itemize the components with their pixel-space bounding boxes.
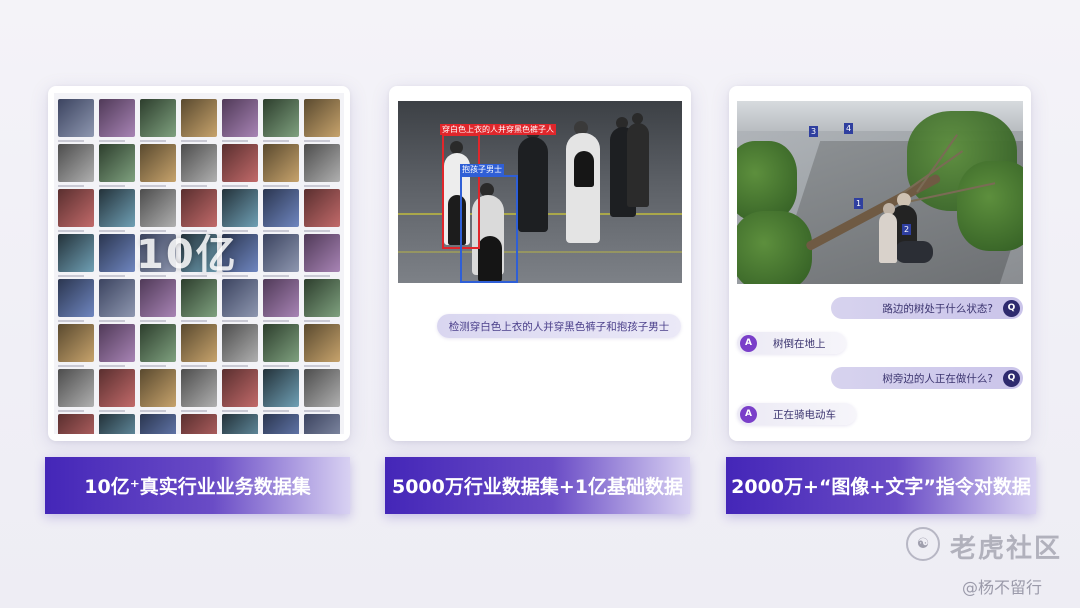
- question-badge: Q: [1003, 299, 1020, 317]
- answer-badge: A: [740, 334, 757, 352]
- watermark-author: @杨不留行: [962, 578, 1043, 597]
- qa-question-1-text: 路边的树处于什么状态?: [882, 302, 993, 315]
- caption-base-dataset: 5000万行业数据集+1亿基础数据: [385, 457, 690, 514]
- dataset-thumbnail: [99, 279, 135, 322]
- dataset-thumbnail: [99, 414, 135, 434]
- dataset-thumbnail: [181, 279, 217, 322]
- answer-badge: A: [740, 405, 757, 423]
- image-marker-1: 1: [854, 198, 863, 209]
- dataset-thumbnail: [99, 144, 135, 187]
- image-marker-4: 4: [844, 123, 853, 134]
- dataset-thumbnail: [140, 324, 176, 367]
- detection-example-card: 穿白色上衣的人并穿黑色裤子人 抱孩子男士 检测穿白色上衣的人并穿黑色裤子和抱孩子…: [389, 86, 691, 441]
- community-logo-icon: ☯: [906, 527, 940, 561]
- dataset-thumbnail: [140, 99, 176, 142]
- dataset-thumbnail: [140, 144, 176, 187]
- bbox-label-child-holder: 抱孩子男士: [460, 164, 504, 175]
- bbox-child-holder: [460, 175, 518, 283]
- dataset-thumbnail: [58, 414, 94, 434]
- dataset-thumbnail: [181, 99, 217, 142]
- dataset-thumbnail: [222, 369, 258, 412]
- dataset-thumbnail: [58, 189, 94, 232]
- dataset-thumbnail: [140, 414, 176, 434]
- dataset-thumbnail: [181, 144, 217, 187]
- dataset-thumbnail: [222, 144, 258, 187]
- dataset-thumbnail: [99, 234, 135, 277]
- dataset-thumbnail: [140, 279, 176, 322]
- dataset-thumbnail: [304, 369, 340, 412]
- detection-query: 检测穿白色上衣的人并穿黑色裤子和抱孩子男士: [437, 314, 681, 338]
- dataset-thumbnail: [263, 234, 299, 277]
- caption-industry-dataset: 10亿⁺真实行业业务数据集: [45, 457, 350, 514]
- dataset-thumbnail: [304, 324, 340, 367]
- dataset-thumbnail: [304, 279, 340, 322]
- dataset-thumbnail: [263, 144, 299, 187]
- dataset-thumbnail: [222, 99, 258, 142]
- dataset-thumbnail: [304, 414, 340, 434]
- dataset-thumbnail: [263, 414, 299, 434]
- question-badge: Q: [1003, 369, 1020, 387]
- fallen-tree-image: 3 4 1 2: [737, 101, 1023, 284]
- dataset-thumbnail: [222, 414, 258, 434]
- qa-answer-2-text: 正在骑电动车: [773, 408, 836, 421]
- dataset-thumbnail: [304, 144, 340, 187]
- dataset-thumbnail: [58, 324, 94, 367]
- scale-overlay-text: 10亿: [136, 232, 238, 278]
- qa-answer-1: A 树倒在地上: [737, 332, 846, 354]
- dataset-thumbnail: [181, 414, 217, 434]
- dataset-thumbnail: [222, 324, 258, 367]
- dataset-thumbnail: [58, 144, 94, 187]
- dataset-thumbnail: [263, 369, 299, 412]
- caption-instruction-pairs: 2000万+“图像+文字”指令对数据: [726, 457, 1036, 514]
- dataset-thumbnail: [263, 279, 299, 322]
- vqa-example-card: 3 4 1 2 路边的树处于什么状态? Q A 树倒在地上 树旁边的人正在做什么…: [729, 86, 1031, 441]
- dataset-thumbnail: [263, 99, 299, 142]
- bbox-label-white-top-person: 穿白色上衣的人并穿黑色裤子人: [440, 124, 556, 135]
- qa-answer-2: A 正在骑电动车: [737, 403, 856, 425]
- dataset-thumbnail: [222, 279, 258, 322]
- dataset-thumbnail: [304, 99, 340, 142]
- dataset-thumbnail: [304, 189, 340, 232]
- watermark-title: 老虎社区: [950, 534, 1063, 564]
- dataset-thumbnail: [58, 279, 94, 322]
- qa-answer-1-text: 树倒在地上: [773, 337, 826, 350]
- dataset-thumbnail: [140, 369, 176, 412]
- detection-image: 穿白色上衣的人并穿黑色裤子人 抱孩子男士: [398, 101, 682, 283]
- dataset-thumbnail: [263, 189, 299, 232]
- dataset-thumbnail: [181, 369, 217, 412]
- dataset-thumbnail: [99, 369, 135, 412]
- dataset-thumbnail: [181, 324, 217, 367]
- image-marker-2: 2: [902, 224, 911, 235]
- qa-question-2-text: 树旁边的人正在做什么?: [882, 372, 993, 385]
- dataset-thumbnail: [58, 369, 94, 412]
- qa-question-2: 树旁边的人正在做什么? Q: [831, 367, 1023, 389]
- dataset-collage-card: 10亿: [48, 86, 350, 441]
- dataset-thumbnail: [99, 189, 135, 232]
- qa-question-1: 路边的树处于什么状态? Q: [831, 297, 1023, 319]
- dataset-thumbnail: [58, 99, 94, 142]
- dataset-thumbnail: [58, 234, 94, 277]
- dataset-thumbnail: [304, 234, 340, 277]
- dataset-thumbnail: [99, 99, 135, 142]
- dataset-thumbnail: [99, 324, 135, 367]
- image-marker-3: 3: [809, 126, 818, 137]
- dataset-thumbnail: [263, 324, 299, 367]
